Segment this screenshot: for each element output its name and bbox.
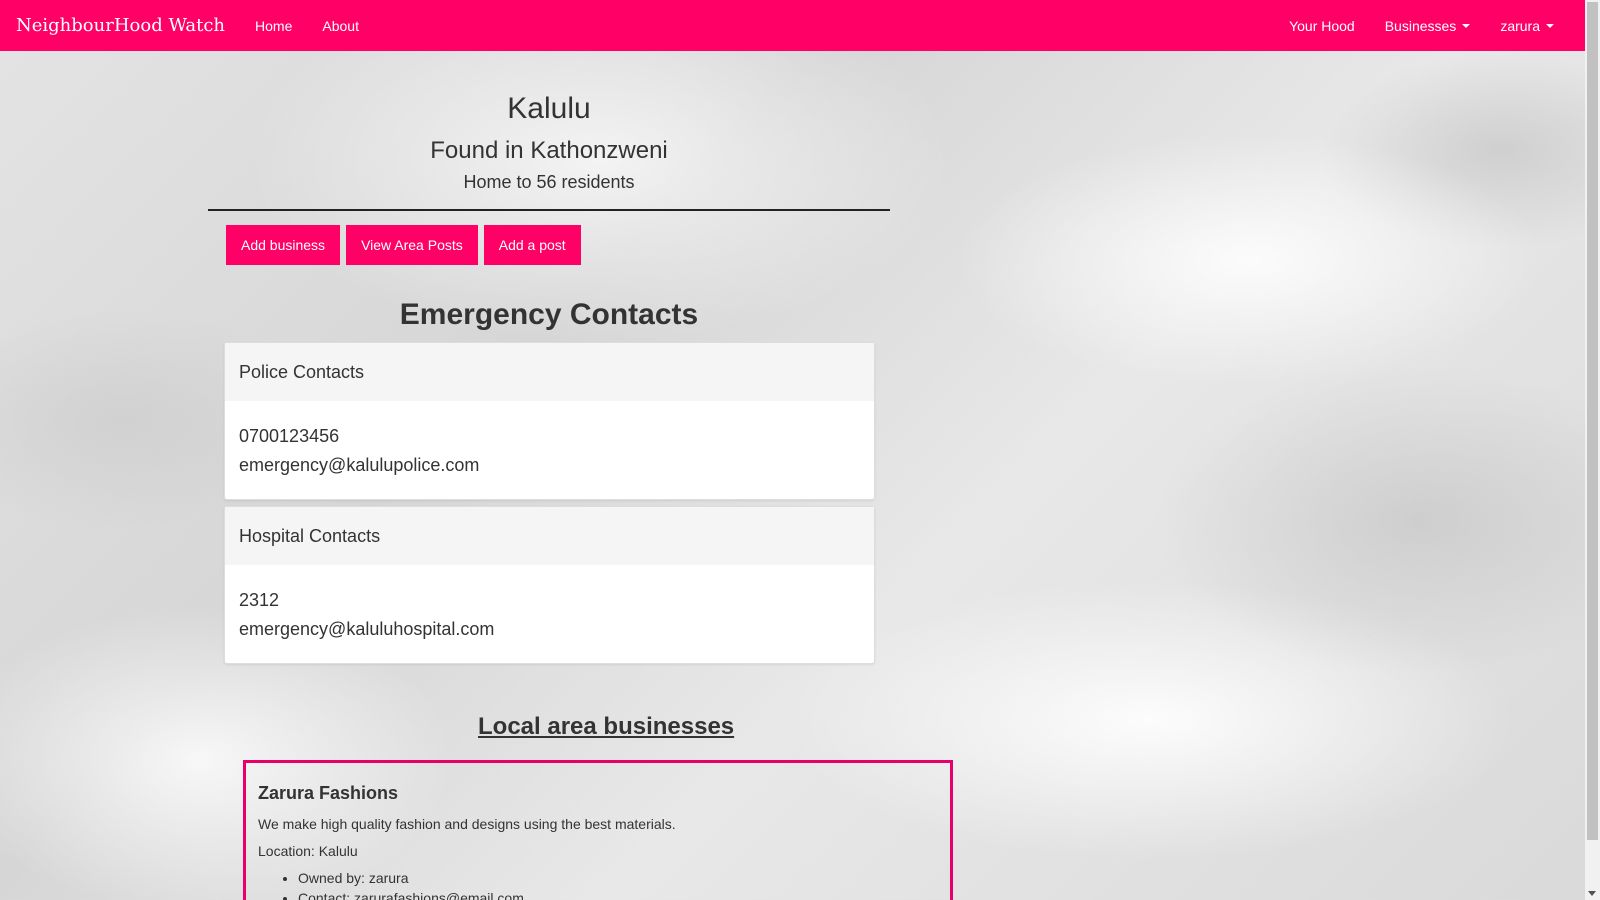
- hospital-email: emergency@kaluluhospital.com: [239, 619, 495, 639]
- view-area-posts-button[interactable]: View Area Posts: [346, 225, 478, 265]
- header-divider: [208, 209, 890, 211]
- action-buttons: Add business View Area Posts Add a post: [226, 225, 581, 265]
- hood-residents: Home to 56 residents: [463, 172, 635, 192]
- nav-home-link[interactable]: Home: [240, 18, 307, 34]
- brand-link[interactable]: NeighbourHood Watch: [0, 15, 240, 36]
- business-contact: Contact: zarurafashions@email.com: [298, 888, 940, 900]
- business-owner: Owned by: zarura: [298, 868, 940, 888]
- police-contacts-body: 0700123456 emergency@kalulupolice.com: [225, 401, 874, 494]
- business-location: Location: Kalulu: [258, 843, 358, 859]
- scrollbar-thumb[interactable]: [1587, 2, 1598, 840]
- navbar: NeighbourHood Watch Home About Your Hood…: [0, 0, 1585, 51]
- page-scrollbar[interactable]: [1585, 0, 1600, 900]
- hospital-contacts-panel: Hospital Contacts 2312 emergency@kaluluh…: [224, 506, 875, 664]
- scroll-down-arrow-icon[interactable]: [1588, 891, 1596, 896]
- business-name: Zarura Fashions: [258, 783, 399, 803]
- navbar-right: Your Hood Businesses zarura: [1274, 0, 1585, 51]
- business-card: Zarura Fashions We make high quality fas…: [243, 760, 953, 900]
- nav-about-link[interactable]: About: [307, 18, 374, 34]
- police-contacts-heading: Police Contacts: [225, 343, 874, 401]
- nav-businesses-dropdown[interactable]: Businesses: [1370, 18, 1486, 34]
- police-email: emergency@kalulupolice.com: [239, 455, 480, 475]
- police-phone: 0700123456: [239, 426, 340, 446]
- hospital-contacts-heading: Hospital Contacts: [225, 507, 874, 565]
- hood-header: Kalulu Found in Kathonzweni Home to 56 r…: [208, 88, 890, 194]
- caret-down-icon: [1462, 23, 1471, 28]
- hood-location: Found in Kathonzweni: [430, 137, 668, 164]
- local-businesses-title[interactable]: Local area businesses: [478, 711, 734, 743]
- add-post-button[interactable]: Add a post: [483, 225, 581, 265]
- caret-down-icon: [1546, 23, 1554, 28]
- hospital-contacts-body: 2312 emergency@kaluluhospital.com: [225, 565, 874, 658]
- emergency-contacts-title: Emergency Contacts: [399, 298, 699, 331]
- business-description: We make high quality fashion and designs…: [258, 816, 676, 832]
- hospital-phone: 2312: [239, 590, 280, 610]
- business-details-list: Owned by: zarura Contact: zarurafashions…: [258, 868, 940, 900]
- nav-user-label: zarura: [1500, 17, 1540, 34]
- navbar-left: NeighbourHood Watch Home About: [0, 0, 374, 51]
- nav-user-dropdown[interactable]: zarura: [1485, 18, 1569, 34]
- nav-businesses-label: Businesses: [1384, 17, 1457, 34]
- nav-your-hood-link[interactable]: Your Hood: [1274, 18, 1370, 34]
- add-business-button[interactable]: Add business: [226, 225, 341, 265]
- police-contacts-panel: Police Contacts 0700123456 emergency@kal…: [224, 342, 875, 500]
- hood-name: Kalulu: [507, 92, 591, 125]
